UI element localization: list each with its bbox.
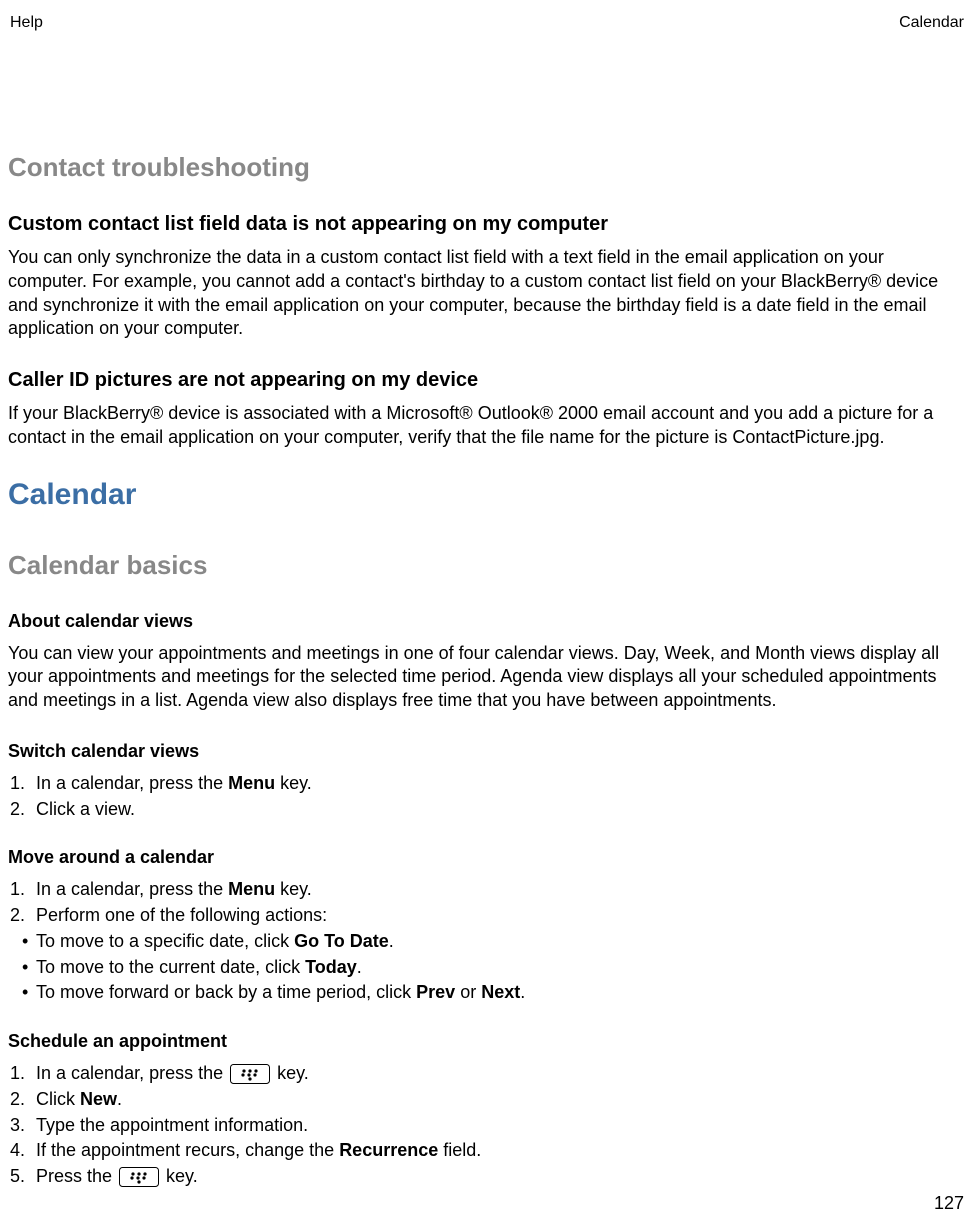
text: . bbox=[520, 982, 525, 1002]
blackberry-menu-key-icon bbox=[230, 1064, 270, 1084]
body-custom-contact-field: You can only synchronize the data in a c… bbox=[8, 246, 966, 341]
heading-caller-id-pictures: Caller ID pictures are not appearing on … bbox=[8, 369, 966, 392]
bold-text: Menu bbox=[228, 879, 275, 899]
text: field. bbox=[438, 1140, 481, 1160]
bullet-list: • To move to a specific date, click Go T… bbox=[8, 930, 966, 1005]
heading-schedule-appointment: Schedule an appointment bbox=[8, 1031, 966, 1052]
list-item: 1. In a calendar, press the Menu key. bbox=[8, 772, 966, 796]
bullet-content: To move to the current date, click Today… bbox=[36, 956, 966, 980]
step-content: If the appointment recurs, change the Re… bbox=[36, 1139, 966, 1163]
list-move-around-calendar: 1. In a calendar, press the Menu key. 2.… bbox=[8, 878, 966, 1005]
heading-switch-calendar-views: Switch calendar views bbox=[8, 741, 966, 762]
text: key. bbox=[161, 1166, 198, 1186]
list-item: 2. Click New. bbox=[8, 1088, 966, 1112]
text: If the appointment recurs, change the bbox=[36, 1140, 339, 1160]
heading-custom-contact-field: Custom contact list field data is not ap… bbox=[8, 213, 966, 236]
step-content: Type the appointment information. bbox=[36, 1114, 966, 1138]
text: key. bbox=[272, 1063, 309, 1083]
bullet: • bbox=[8, 930, 36, 954]
text: . bbox=[117, 1089, 122, 1109]
step-content: Click a view. bbox=[36, 798, 966, 822]
text: key. bbox=[275, 773, 312, 793]
text: To move forward or back by a time period… bbox=[36, 982, 416, 1002]
bold-text: Recurrence bbox=[339, 1140, 438, 1160]
page-header: Help Calendar bbox=[8, 14, 966, 32]
step-content: Perform one of the following actions: bbox=[36, 904, 966, 928]
text: To move to the current date, click bbox=[36, 957, 305, 977]
step-content: In a calendar, press the key. bbox=[36, 1062, 966, 1086]
list-item: 1. In a calendar, press the Menu key. bbox=[8, 878, 966, 902]
heading-move-around-calendar: Move around a calendar bbox=[8, 847, 966, 868]
bullet: • bbox=[8, 981, 36, 1005]
bold-text: New bbox=[80, 1089, 117, 1109]
bullet: • bbox=[8, 956, 36, 980]
text: To move to a specific date, click bbox=[36, 931, 294, 951]
bold-text: Prev bbox=[416, 982, 455, 1002]
step-content: In a calendar, press the Menu key. bbox=[36, 772, 966, 796]
bold-text: Next bbox=[481, 982, 520, 1002]
section-contact-troubleshooting: Contact troubleshooting bbox=[8, 152, 966, 183]
text: . bbox=[357, 957, 362, 977]
text: key. bbox=[275, 879, 312, 899]
step-content: Click New. bbox=[36, 1088, 966, 1112]
list-schedule-appointment: 1. In a calendar, press the key. 2. Clic… bbox=[8, 1062, 966, 1189]
page-number: 127 bbox=[934, 1193, 964, 1214]
step-number: 1. bbox=[8, 772, 36, 796]
step-number: 4. bbox=[8, 1139, 36, 1163]
bold-text: Menu bbox=[228, 773, 275, 793]
blackberry-menu-key-icon bbox=[119, 1167, 159, 1187]
bullet-content: To move forward or back by a time period… bbox=[36, 981, 966, 1005]
bold-text: Today bbox=[305, 957, 357, 977]
text: . bbox=[389, 931, 394, 951]
step-number: 2. bbox=[8, 798, 36, 822]
body-caller-id-pictures: If your BlackBerry® device is associated… bbox=[8, 402, 966, 450]
bold-text: Go To Date bbox=[294, 931, 389, 951]
text: Click bbox=[36, 1089, 80, 1109]
step-number: 1. bbox=[8, 1062, 36, 1086]
step-content: Press the key. bbox=[36, 1165, 966, 1189]
section-calendar-basics: Calendar basics bbox=[8, 550, 966, 581]
list-item: • To move forward or back by a time peri… bbox=[8, 981, 966, 1005]
bullet-content: To move to a specific date, click Go To … bbox=[36, 930, 966, 954]
feature-title-calendar: Calendar bbox=[8, 478, 966, 512]
step-number: 3. bbox=[8, 1114, 36, 1138]
text: In a calendar, press the bbox=[36, 1063, 228, 1083]
step-number: 2. bbox=[8, 1088, 36, 1112]
list-switch-calendar-views: 1. In a calendar, press the Menu key. 2.… bbox=[8, 772, 966, 822]
text: In a calendar, press the bbox=[36, 773, 228, 793]
list-item: • To move to a specific date, click Go T… bbox=[8, 930, 966, 954]
step-content: In a calendar, press the Menu key. bbox=[36, 878, 966, 902]
header-right: Calendar bbox=[899, 14, 964, 32]
step-number: 2. bbox=[8, 904, 36, 928]
step-number: 5. bbox=[8, 1165, 36, 1189]
list-item: 2. Perform one of the following actions: bbox=[8, 904, 966, 928]
text: Press the bbox=[36, 1166, 117, 1186]
header-left: Help bbox=[10, 14, 43, 32]
body-about-calendar-views: You can view your appointments and meeti… bbox=[8, 642, 966, 713]
list-item: 3. Type the appointment information. bbox=[8, 1114, 966, 1138]
list-item: 5. Press the key. bbox=[8, 1165, 966, 1189]
list-item: 1. In a calendar, press the key. bbox=[8, 1062, 966, 1086]
list-item: • To move to the current date, click Tod… bbox=[8, 956, 966, 980]
step-number: 1. bbox=[8, 878, 36, 902]
list-item: 2. Click a view. bbox=[8, 798, 966, 822]
text: or bbox=[455, 982, 481, 1002]
heading-about-calendar-views: About calendar views bbox=[8, 611, 966, 632]
text: In a calendar, press the bbox=[36, 879, 228, 899]
list-item: 4. If the appointment recurs, change the… bbox=[8, 1139, 966, 1163]
